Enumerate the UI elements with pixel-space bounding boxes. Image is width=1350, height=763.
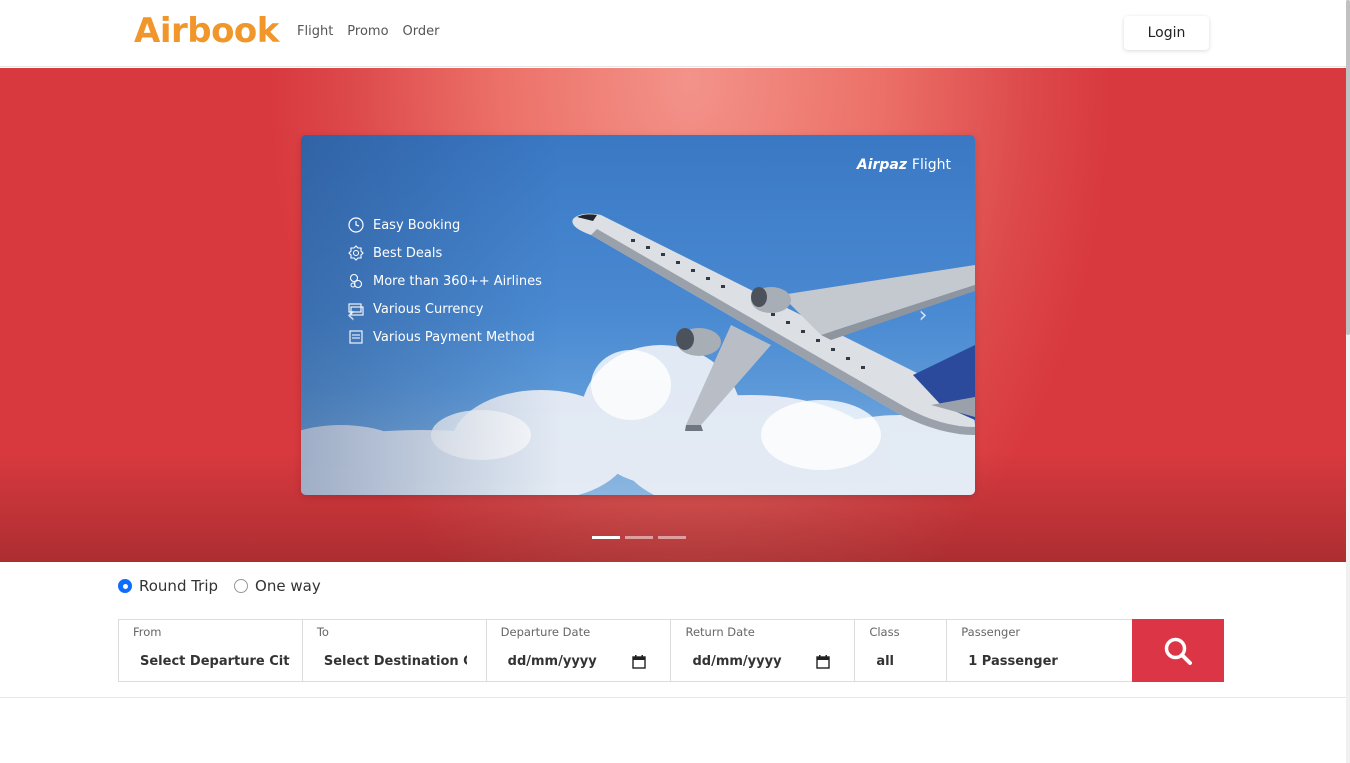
divider [0,697,1346,698]
carousel-slide[interactable]: Airpaz Flight Easy Booking Best Deals Mo… [301,135,975,495]
passenger-field[interactable]: Passenger 1 Passenger [947,620,1133,681]
search-icon [1164,637,1193,665]
nav-link-promo[interactable]: Promo [347,24,388,39]
clock-icon [347,216,365,234]
one-way-radio[interactable] [234,579,249,593]
feature-item: Various Payment Method [347,323,542,351]
carousel-indicator-3[interactable] [658,536,686,539]
carousel-indicator-2[interactable] [625,536,653,539]
nav-links: Flight Promo Order [297,24,440,39]
feature-list: Easy Booking Best Deals More than 360++ … [347,211,542,351]
to-field[interactable]: To Select Destination City [302,620,487,681]
round-trip-radio[interactable] [118,579,132,593]
passenger-select[interactable]: 1 Passenger [968,654,1058,669]
to-select[interactable]: Select Destination City [324,654,467,669]
carousel-indicator-1[interactable] [592,536,620,539]
nav-link-flight[interactable]: Flight [297,24,333,39]
carousel-next-button[interactable]: › [913,302,933,328]
carousel-prev-button[interactable]: ‹ [341,302,361,328]
trip-type-selector: Round Trip One way [118,577,321,595]
departure-date-field[interactable]: Departure Date dd/mm/yyyy [486,620,672,681]
nav-link-order[interactable]: Order [403,24,440,39]
feature-item: Best Deals [347,239,542,267]
scrollbar-thumb[interactable] [1346,0,1350,335]
carousel-indicators [592,536,686,539]
feature-item: Easy Booking [347,211,542,239]
round-trip-option[interactable]: Round Trip [118,577,218,595]
class-select[interactable]: all [876,654,894,669]
airlines-icon [347,272,365,290]
chevron-right-icon: › [918,302,928,328]
one-way-option[interactable]: One way [234,577,321,595]
flight-search-form: From Select Departure City To Select Des… [118,619,1224,682]
class-field[interactable]: Class all [855,620,948,681]
feature-item: Various Currency [347,295,542,323]
departure-date-input[interactable]: dd/mm/yyyy [508,654,597,669]
hero-banner: Airpaz Flight Easy Booking Best Deals Mo… [0,68,1346,562]
airpaz-logo: Airpaz Flight [856,157,951,173]
from-select[interactable]: Select Departure City [140,654,290,669]
brand-logo[interactable]: Airbook [134,11,279,51]
calendar-icon[interactable] [816,655,831,669]
calendar-icon[interactable] [632,655,647,669]
badge-icon [347,244,365,262]
navbar: Airbook Flight Promo Order Login [0,0,1346,67]
payment-icon [347,328,365,346]
from-field[interactable]: From Select Departure City [119,620,303,681]
login-button[interactable]: Login [1124,16,1209,50]
feature-item: More than 360++ Airlines [347,267,542,295]
return-date-input[interactable]: dd/mm/yyyy [692,654,781,669]
search-button[interactable] [1132,619,1224,682]
return-date-field[interactable]: Return Date dd/mm/yyyy [671,620,856,681]
page-scrollbar[interactable] [1346,0,1350,763]
chevron-left-icon: ‹ [346,302,356,328]
